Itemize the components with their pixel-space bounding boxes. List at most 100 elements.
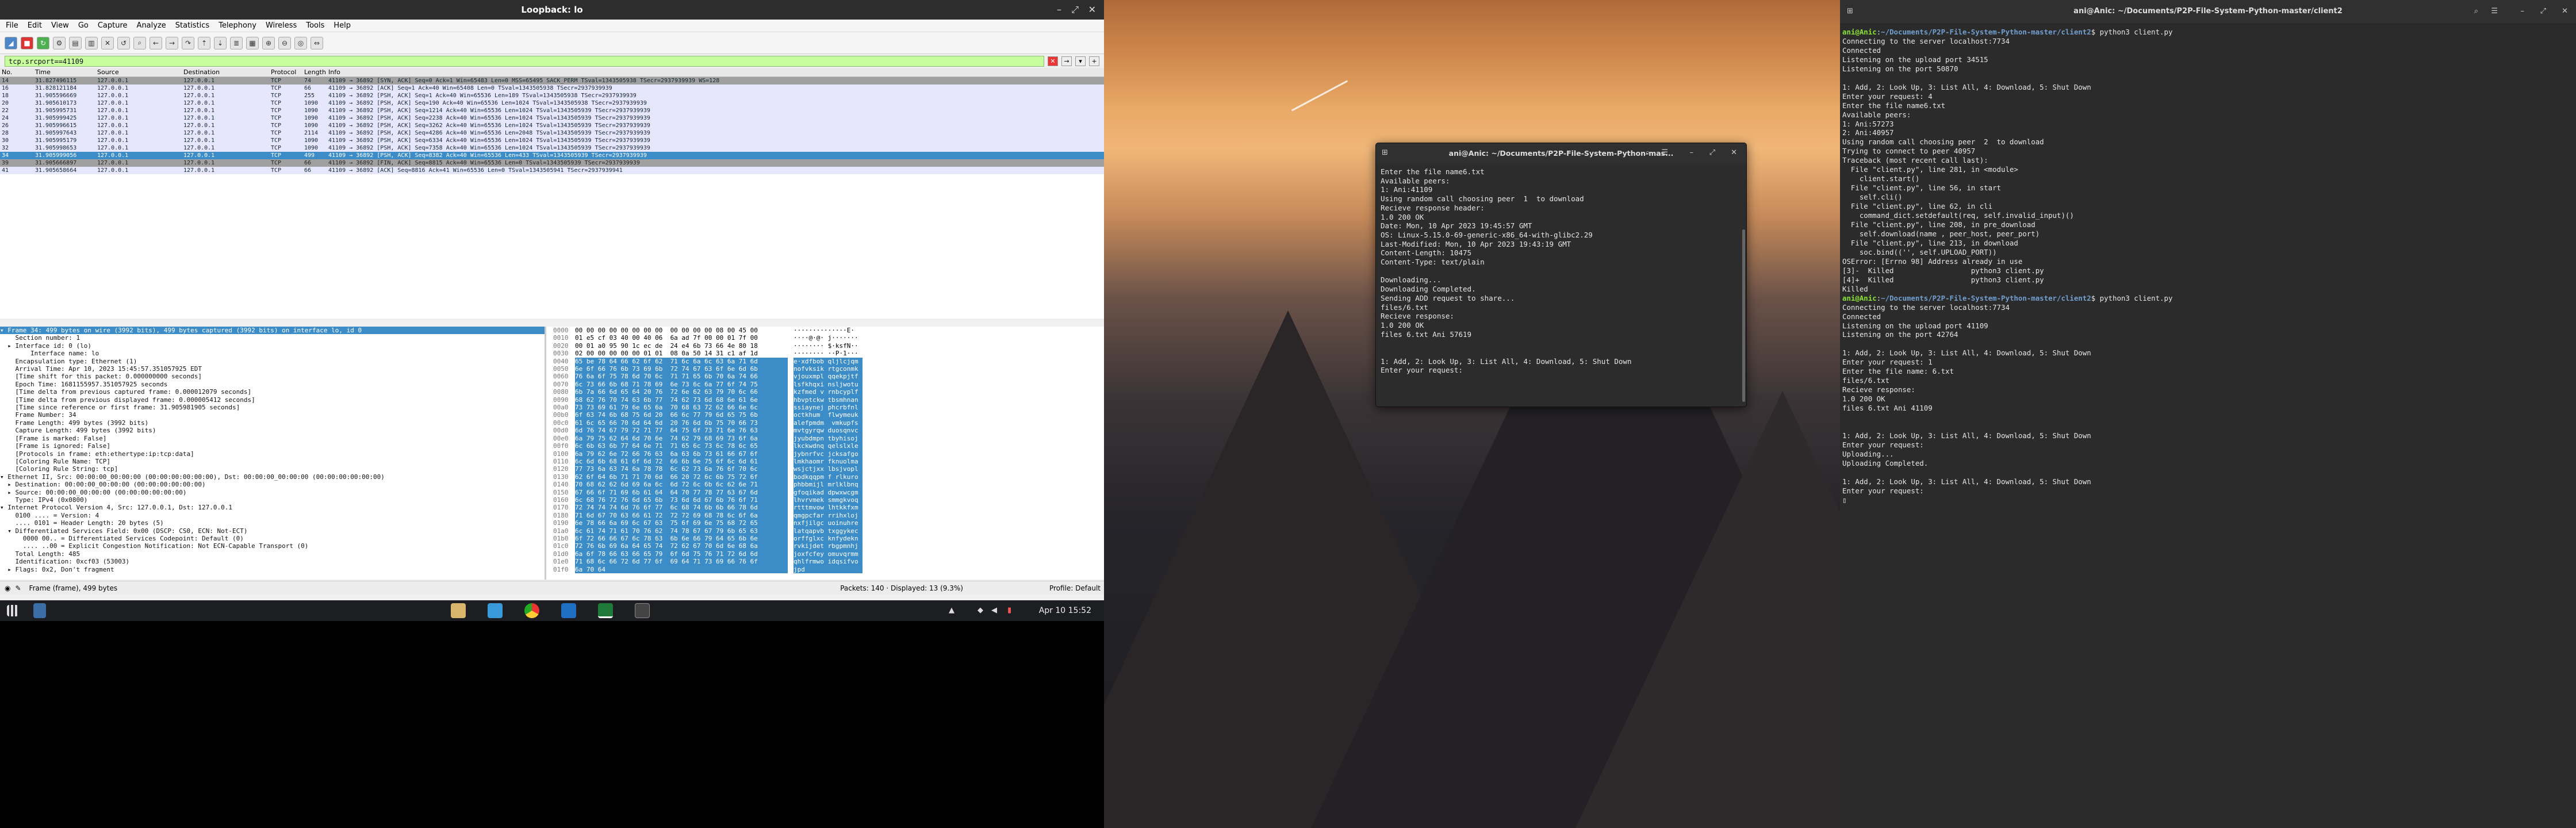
expert-info-icon[interactable]: ◉ [5, 584, 10, 592]
detail-line[interactable]: .... ..00 = Explicit Congestion Notifica… [0, 542, 545, 550]
ascii-line[interactable]: hbvptckw tbsmhnan [793, 396, 862, 404]
ascii-line[interactable]: ········ $·ksfN·· [793, 342, 862, 350]
ascii-line[interactable]: mvtgyrqw duosqnvc [793, 427, 862, 435]
notifications-icon[interactable]: ▲ [949, 606, 954, 615]
menu-item-statistics[interactable]: Statistics [175, 21, 209, 30]
ascii-line[interactable]: lkckwdnq qelslxle [793, 442, 862, 450]
zoom-out-icon[interactable]: ⊖ [278, 36, 291, 49]
search-icon[interactable]: ⌕ [2474, 7, 2478, 16]
detail-line[interactable]: [Coloring Rule Name: TCP] [0, 458, 545, 465]
hex-line[interactable]: 6c 73 66 6b 68 71 78 69 6e 73 6c 6a 77 6… [575, 380, 788, 389]
ascii-line[interactable]: kzfmed v rnbcyplf [793, 388, 862, 396]
hex-line[interactable]: 71 6d 67 70 63 66 61 72 72 72 69 68 78 6… [575, 511, 788, 520]
ascii-line[interactable]: vjouxmpl qqekpjtf [793, 373, 862, 381]
scrollbar[interactable] [1742, 229, 1745, 402]
hex-line[interactable]: 01 e5 cf 03 40 00 40 06 6a ad 7f 00 00 0… [575, 334, 788, 342]
packet-row[interactable]: 16 31.828121184 127.0.0.1 127.0.0.1 TCP 66 411… [0, 85, 1104, 92]
minimize-icon[interactable]: – [2521, 7, 2525, 16]
hex-line[interactable]: 77 73 6a 63 74 6a 78 78 6c 62 73 6a 76 6… [575, 465, 788, 473]
ascii-line[interactable]: ssiaynej phcrbfnl [793, 404, 862, 412]
ascii-line[interactable]: gfoqikad dpwxwcgm [793, 488, 862, 496]
detail-line[interactable]: [Time shift for this packet: 0.000000000… [0, 373, 545, 380]
desktop-icon[interactable] [33, 603, 46, 618]
packet-row[interactable]: 41 31.905658664 127.0.0.1 127.0.0.1 TCP 66 411… [0, 167, 1104, 174]
detail-line[interactable]: Epoch Time: 1681155957.351057925 seconds [0, 381, 545, 388]
detail-line[interactable]: Total Length: 485 [0, 550, 545, 558]
status-profile[interactable]: Profile: Default [1049, 584, 1101, 592]
files-icon[interactable] [451, 603, 466, 618]
ascii-line[interactable]: lhvrvmek smmgkvoq [793, 496, 862, 504]
packet-row[interactable]: 30 31.905995179 127.0.0.1 127.0.0.1 TCP 1090 4… [0, 137, 1104, 144]
ascii-line[interactable]: jpd [793, 565, 862, 573]
hex-line[interactable]: 6c 61 74 71 61 70 76 62 74 78 67 67 79 6… [575, 527, 788, 535]
hex-line[interactable]: 6f 63 74 6b 68 75 6d 20 66 6c 77 79 6d 6… [575, 411, 788, 419]
col-length[interactable]: Length [302, 68, 327, 76]
go-to-packet-icon[interactable]: ↷ [182, 36, 194, 49]
col-no[interactable]: No. [0, 68, 33, 76]
hex-line[interactable]: 6e 78 66 6a 69 6c 67 63 75 6f 69 6e 75 6… [575, 519, 788, 527]
vscode-icon[interactable] [561, 603, 576, 618]
hex-line[interactable]: 00 00 00 00 00 00 00 00 00 00 00 00 08 0… [575, 327, 788, 334]
packet-row[interactable]: 24 31.905999425 127.0.0.1 127.0.0.1 TCP 1090 4… [0, 114, 1104, 122]
wifi-icon[interactable]: ◆ [977, 606, 983, 615]
packet-row[interactable]: 18 31.905596669 127.0.0.1 127.0.0.1 TCP 255 41… [0, 92, 1104, 99]
first-packet-icon[interactable]: ⇡ [198, 36, 210, 49]
packet-row[interactable]: 34 31.905999056 127.0.0.1 127.0.0.1 TCP 499 41… [0, 152, 1104, 159]
ascii-line[interactable]: orffglxc knfydekn [793, 534, 862, 543]
battery-icon[interactable]: ▮ [1007, 606, 1011, 615]
wireshark-titlebar[interactable]: Loopback: lo – ⤢ ✕ [0, 0, 1104, 20]
packet-row[interactable]: 28 31.905997643 127.0.0.1 127.0.0.1 TCP 2114 4… [0, 129, 1104, 137]
go-back-icon[interactable]: ← [150, 36, 162, 49]
detail-line[interactable]: ▸ Interface id: 0 (lo) [0, 342, 545, 350]
menu-item-file[interactable]: File [6, 21, 18, 30]
ascii-line[interactable]: lmkhaomr fknuolma [793, 457, 862, 466]
close-icon[interactable]: ✕ [1731, 148, 1737, 157]
hex-line[interactable]: 65 be 78 64 66 62 6f 62 71 6c 6a 6c 63 6… [575, 357, 788, 366]
last-packet-icon[interactable]: ⇣ [214, 36, 227, 49]
maximize-icon[interactable]: ⤢ [1709, 148, 1715, 157]
hex-line[interactable]: 68 62 76 70 74 63 6b 77 74 62 73 6d 68 6… [575, 396, 788, 404]
autoscroll-icon[interactable]: ≣ [230, 36, 243, 49]
ascii-line[interactable]: qhlfrmwo idqsifvo [793, 558, 862, 566]
ascii-line[interactable]: ····@·@· j······· [793, 334, 862, 342]
search-icon[interactable]: ⌕ [1646, 148, 1650, 157]
menu-item-tools[interactable]: Tools [306, 21, 324, 30]
stop-capture-icon[interactable]: ■ [21, 36, 33, 49]
detail-line[interactable]: Encapsulation type: Ethernet (1) [0, 358, 545, 365]
col-time[interactable]: Time [33, 68, 95, 76]
save-file-icon[interactable]: ▥ [85, 36, 98, 49]
find-packet-icon[interactable]: ⌕ [133, 36, 146, 49]
ascii-line[interactable]: jyubdmpn tbyhisoj [793, 434, 862, 443]
detail-line[interactable]: ▸ Source: 00:00:00_00:00:00 (00:00:00:00… [0, 489, 545, 496]
menu-icon[interactable]: ☰ [1661, 148, 1668, 157]
open-file-icon[interactable]: ▤ [69, 36, 82, 49]
close-icon[interactable]: ✕ [2562, 7, 2568, 16]
clock[interactable]: Apr 10 15:52 [1039, 606, 1091, 615]
terminal-titlebar[interactable]: ⊞ ani@Anic: ~/Documents/P2P-File-System-… [1840, 0, 2576, 24]
terminal-output[interactable]: ani@Anic:~/Documents/P2P-File-System-Pyt… [1840, 24, 2576, 508]
col-source[interactable]: Source [95, 68, 182, 76]
hex-line[interactable]: 6d 76 74 67 79 72 71 77 64 75 6f 73 71 6… [575, 427, 788, 435]
ascii-line[interactable]: alefpmdm vmkupfs [793, 419, 862, 427]
ascii-line[interactable]: ··············E· [793, 327, 862, 334]
detail-line[interactable]: Identification: 0xcf03 (53003) [0, 558, 545, 565]
hex-line[interactable]: 67 66 6f 71 69 6b 61 64 64 70 77 78 77 6… [575, 488, 788, 496]
ascii-line[interactable]: lsfkhqxi nsljwotu [793, 380, 862, 389]
detail-line[interactable]: Capture Length: 499 bytes (3992 bits) [0, 427, 545, 434]
camera-icon[interactable] [488, 603, 503, 618]
display-filter-input[interactable]: tcp.srcport==41109 [5, 55, 1044, 67]
col-destination[interactable]: Destination [182, 68, 269, 76]
detail-line[interactable]: Type: IPv4 (0x0800) [0, 496, 545, 504]
col-info[interactable]: Info [327, 68, 1104, 76]
ascii-line[interactable]: nxfjilgc uoinuhre [793, 519, 862, 527]
hex-line[interactable]: 61 6c 65 66 70 6d 64 6d 20 76 6d 6b 75 7… [575, 419, 788, 427]
detail-line[interactable]: Frame Number: 34 [0, 411, 545, 419]
detail-line[interactable]: Arrival Time: Apr 10, 2023 15:45:57.3510… [0, 365, 545, 373]
detail-line[interactable]: ▸ Flags: 0x2, Don't fragment [0, 566, 545, 573]
capture-options-icon[interactable]: ⚙ [53, 36, 66, 49]
col-protocol[interactable]: Protocol [269, 68, 302, 76]
ascii-line[interactable]: rvkijdet rbgpmnhj [793, 542, 862, 550]
hex-line[interactable]: 62 6f 64 6b 71 71 70 6d 66 20 72 6c 6b 7… [575, 473, 788, 481]
detail-line[interactable]: ▾ Ethernet II, Src: 00:00:00_00:00:00 (0… [0, 473, 545, 481]
hex-line[interactable]: 72 74 74 74 6d 76 6f 77 6c 68 74 6b 6b 6… [575, 504, 788, 512]
